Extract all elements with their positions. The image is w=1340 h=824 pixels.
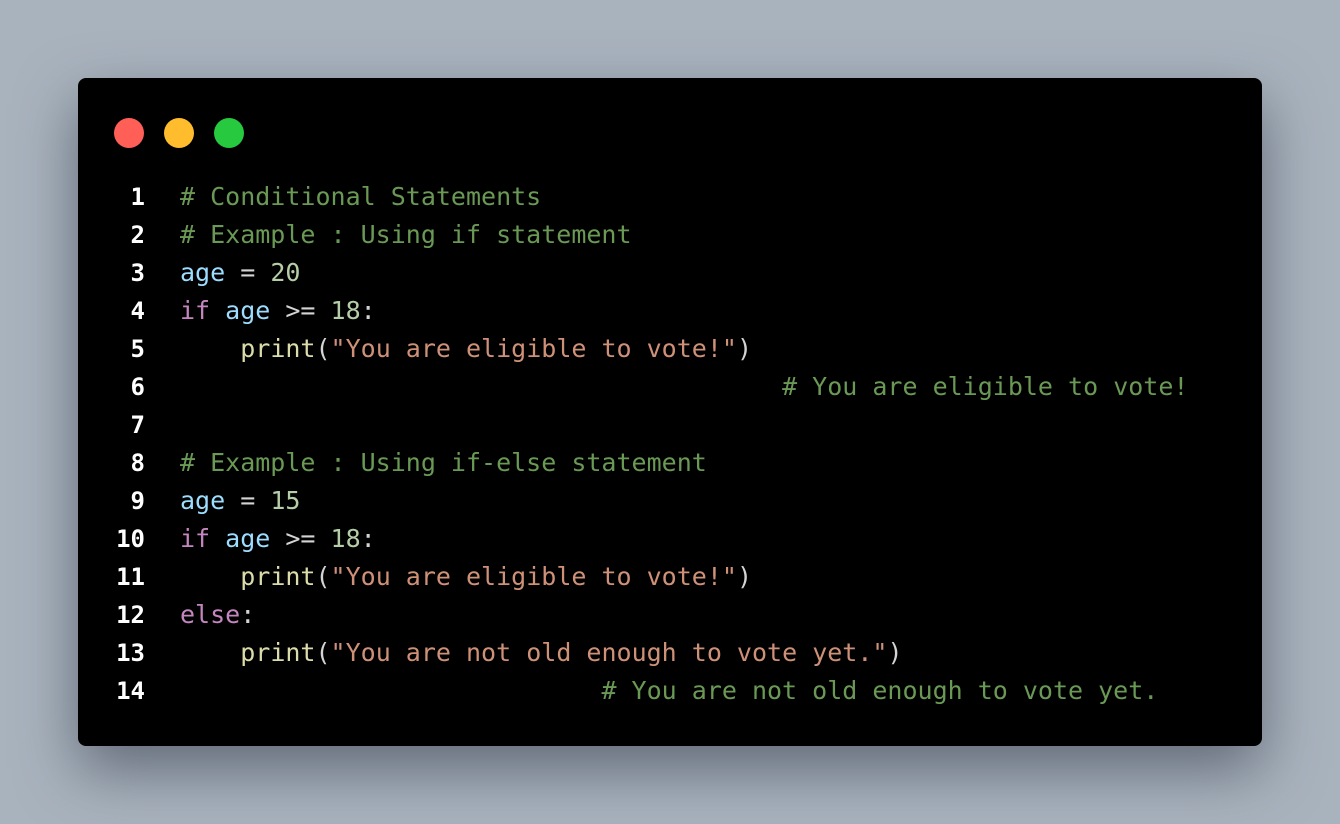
token-kw: else (180, 600, 241, 629)
line-source: age = 15 (180, 482, 300, 520)
code-line: 1 # Conditional Statements (78, 178, 1262, 216)
token-kw: if (180, 524, 211, 553)
token-fn: print (240, 562, 316, 591)
code-line: 13 print("You are not old enough to vote… (78, 634, 1262, 672)
code-line: 5 print("You are eligible to vote!") (78, 330, 1262, 368)
token-op: >= (270, 524, 331, 553)
token-punc: : (240, 600, 256, 629)
token-fn: print (240, 638, 316, 667)
line-number: 10 (116, 525, 145, 553)
code-line: 3 age = 20 (78, 254, 1262, 292)
maximize-dot[interactable] (214, 118, 244, 148)
token-var: age (225, 296, 271, 325)
token-punc: : (360, 296, 376, 325)
line-number: 2 (130, 221, 145, 249)
token-op: = (225, 258, 271, 287)
token-comment: # Example : Using if statement (180, 220, 632, 249)
token-comment: # Example : Using if-else statement (180, 448, 707, 477)
line-number: 13 (116, 639, 145, 667)
token-comment: # You are eligible to vote! (782, 372, 1189, 401)
token-var: age (225, 524, 271, 553)
line-source: # Example : Using if-else statement (180, 444, 707, 482)
token-num: 15 (270, 486, 301, 515)
token-punc: ) (887, 638, 903, 667)
line-number: 9 (130, 487, 145, 515)
line-source: print("You are eligible to vote!") (180, 558, 752, 596)
token-op: >= (270, 296, 331, 325)
close-dot[interactable] (114, 118, 144, 148)
line-number: 6 (130, 373, 145, 401)
token-op (210, 296, 225, 325)
token-op (180, 562, 240, 591)
code-line: 6 # You are eligible to vote! (78, 368, 1262, 406)
line-number: 11 (116, 563, 145, 591)
line-source: # You are not old enough to vote yet. (180, 672, 1158, 710)
code-block[interactable]: 1 # Conditional Statements 2 # Example : Us… (78, 178, 1262, 710)
token-punc: ) (736, 334, 752, 363)
token-kw: if (180, 296, 211, 325)
token-str: "You are not old enough to vote yet." (330, 638, 888, 667)
token-var: age (180, 258, 226, 287)
token-comment: # You are not old enough to vote yet. (601, 676, 1159, 705)
token-punc: ) (736, 562, 752, 591)
line-number: 3 (130, 259, 145, 287)
token-fn: print (240, 334, 316, 363)
line-source: if age >= 18: (180, 292, 376, 330)
token-num: 18 (330, 524, 361, 553)
line-number: 5 (130, 335, 145, 363)
line-number: 4 (130, 297, 145, 325)
token-num: 18 (330, 296, 361, 325)
line-source: if age >= 18: (180, 520, 376, 558)
line-source: print("You are eligible to vote!") (180, 330, 752, 368)
line-source: # Example : Using if statement (180, 216, 632, 254)
token-punc: ( (315, 638, 331, 667)
token-punc: ( (315, 334, 331, 363)
line-number: 1 (130, 183, 145, 211)
line-source: print("You are not old enough to vote ye… (180, 634, 903, 672)
window-controls (114, 118, 244, 148)
code-line: 8 # Example : Using if-else statement (78, 444, 1262, 482)
token-str: "You are eligible to vote!" (330, 562, 737, 591)
token-var: age (180, 486, 226, 515)
token-punc: : (360, 524, 376, 553)
token-op (210, 524, 225, 553)
token-punc: ( (315, 562, 331, 591)
line-source: # You are eligible to vote! (180, 368, 1188, 406)
line-number: 14 (116, 677, 145, 705)
minimize-dot[interactable] (164, 118, 194, 148)
code-line: 2 # Example : Using if statement (78, 216, 1262, 254)
code-line: 4 if age >= 18: (78, 292, 1262, 330)
code-line: 9 age = 15 (78, 482, 1262, 520)
line-source: # Conditional Statements (180, 178, 541, 216)
line-source: else: (180, 596, 255, 634)
code-line: 14 # You are not old enough to vote yet. (78, 672, 1262, 710)
line-number: 7 (130, 411, 145, 439)
code-line: 10 if age >= 18: (78, 520, 1262, 558)
token-op: = (225, 486, 271, 515)
token-op (180, 372, 782, 401)
token-num: 20 (270, 258, 301, 287)
token-str: "You are eligible to vote!" (330, 334, 737, 363)
line-source: age = 20 (180, 254, 300, 292)
code-line: 7 (78, 406, 1262, 444)
code-line: 11 print("You are eligible to vote!") (78, 558, 1262, 596)
token-op (180, 334, 240, 363)
line-number: 8 (130, 449, 145, 477)
code-line: 12 else: (78, 596, 1262, 634)
token-op (180, 676, 601, 705)
code-window: 1 # Conditional Statements 2 # Example : Us… (78, 78, 1262, 746)
token-op (180, 638, 240, 667)
line-number: 12 (116, 601, 145, 629)
token-comment: # Conditional Statements (180, 182, 542, 211)
